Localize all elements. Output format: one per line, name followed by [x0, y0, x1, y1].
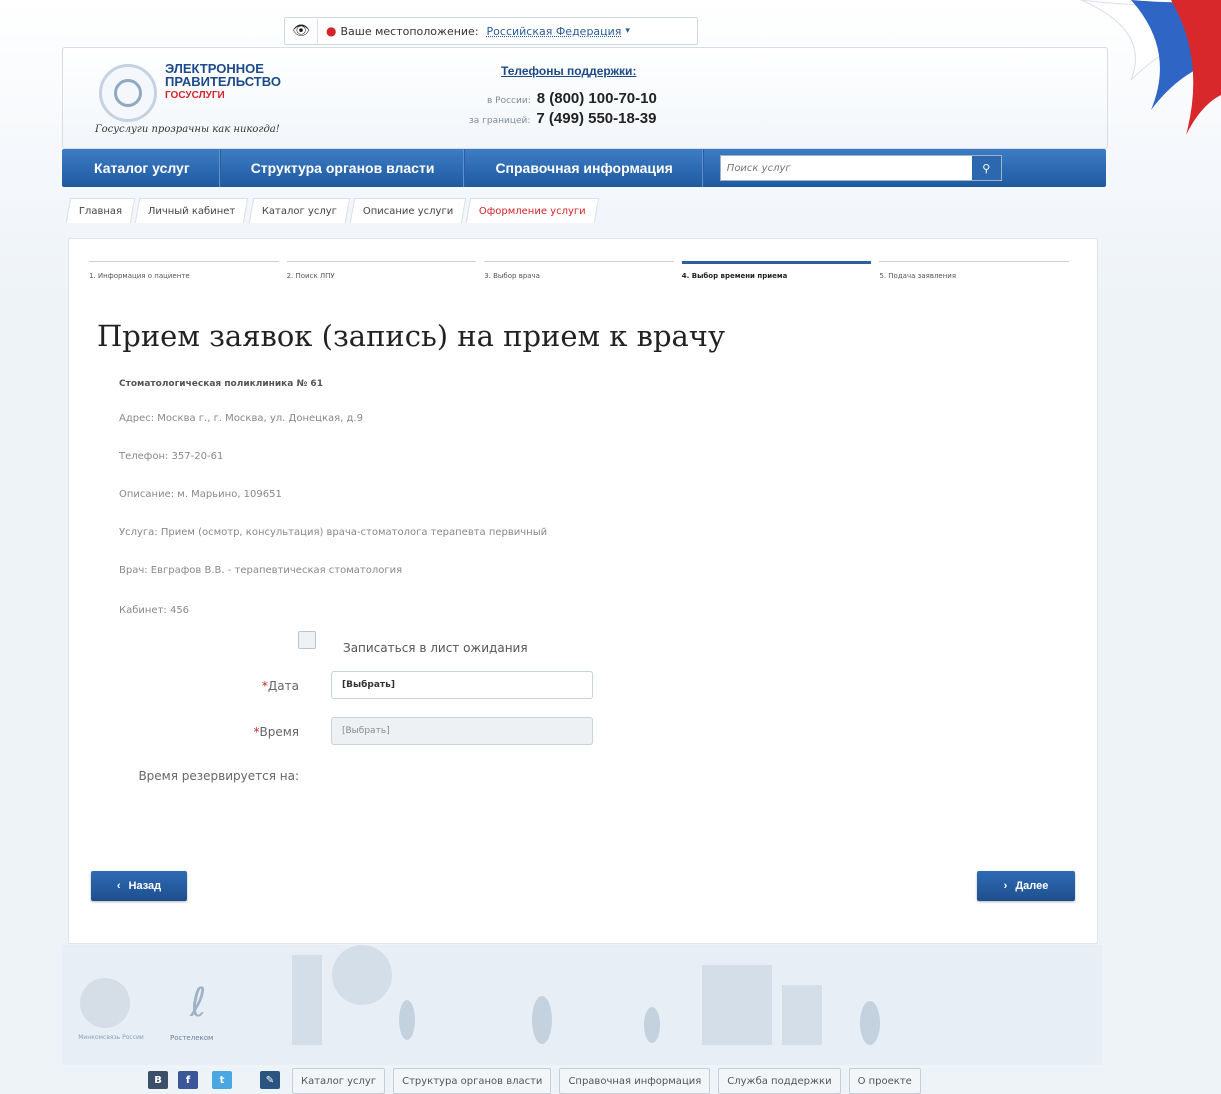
time-select[interactable]: [Выбрать] [331, 717, 593, 745]
date-label: *Дата [199, 679, 299, 693]
logo-line3: ГОСУСЛУГИ [165, 90, 225, 101]
date-select[interactable]: [Выбрать] [331, 671, 593, 699]
clinic-description: Описание: м. Марьино, 109651 [119, 489, 282, 500]
twitter-icon[interactable]: t [212, 1071, 232, 1089]
doctor-name: Врач: Евграфов В.В. - терапевтическая ст… [119, 565, 403, 576]
step-1: 1. Информация о пациенте [89, 261, 279, 285]
waitlist-checkbox[interactable] [298, 631, 316, 649]
step-2: 2. Поиск ЛПУ [286, 261, 477, 285]
support-russia: в России: 8 (800) 100-70-10 [487, 90, 657, 107]
footer-links: Каталог услуг Структура органов власти С… [292, 1068, 921, 1094]
search-icon[interactable]: ⚲ [971, 156, 1001, 180]
support-abroad: за границей: 7 (499) 550-18-39 [469, 110, 657, 127]
breadcrumb-label: Главная [78, 205, 123, 217]
chevron-left-icon: ‹ [116, 880, 121, 892]
odnoklassniki-icon[interactable]: B [148, 1071, 168, 1089]
time-label-text: Время [259, 725, 299, 739]
wizard-steps: 1. Информация о пациенте 2. Поиск ЛПУ 3.… [89, 261, 1077, 285]
support-abroad-phone: 7 (499) 550-18-39 [536, 110, 657, 127]
breadcrumb: Главная Личный кабинет Каталог услуг Опи… [65, 198, 600, 223]
time-label: *Время [199, 725, 299, 739]
site-header: ЭЛЕКТРОННОЕ ПРАВИТЕЛЬСТВО ГОСУСЛУГИ Госу… [62, 47, 1108, 149]
minkomsvyaz-emblem-icon [80, 978, 130, 1028]
search-input[interactable] [720, 161, 972, 175]
breadcrumb-home[interactable]: Главная [65, 198, 136, 223]
chevron-right-icon: › [1003, 880, 1008, 892]
search-box: ⚲ [719, 155, 1002, 181]
clinic-phone: Телефон: 357-20-61 [119, 451, 224, 462]
breadcrumb-catalog[interactable]: Каталог услуг [248, 198, 350, 223]
clinic-address: Адрес: Москва г., г. Москва, ул. Донецка… [119, 413, 363, 424]
breadcrumb-label: Оформление услуги [479, 205, 586, 217]
breadcrumb-current: Оформление услуги [465, 198, 600, 223]
location-selector[interactable]: Российская Федерация [487, 25, 622, 38]
location-label: Ваше местоположение: [340, 24, 479, 38]
support-phones-link[interactable]: Телефоны поддержки: [501, 64, 636, 78]
support-russia-label: в России: [487, 96, 531, 106]
page-title: Прием заявок (запись) на прием к врачу [97, 319, 726, 353]
logo-text[interactable]: ЭЛЕКТРОННОЕ ПРАВИТЕЛЬСТВО [165, 62, 281, 88]
nav-item-structure[interactable]: Структура органов власти [221, 149, 466, 187]
back-button[interactable]: ‹ Назад [91, 871, 187, 901]
service-name: Услуга: Прием (осмотр, консультация) вра… [119, 527, 548, 538]
footer-link-support[interactable]: Служба поддержки [718, 1068, 841, 1094]
location-bar: 👁 ● Ваше местоположение: Российская Феде… [284, 17, 698, 45]
breadcrumb-description[interactable]: Описание услуги [349, 198, 467, 223]
step-4-active: 4. Выбор времени приема [681, 261, 872, 285]
gosuslugi-logo-icon[interactable] [99, 64, 157, 122]
back-button-label: Назад [128, 880, 162, 892]
breadcrumb-cabinet[interactable]: Личный кабинет [134, 198, 249, 223]
step-3: 3. Выбор врача [484, 261, 674, 285]
breadcrumb-label: Личный кабинет [148, 205, 236, 217]
footer-link-catalog[interactable]: Каталог услуг [292, 1068, 386, 1094]
step-5: 5. Подача заявления [879, 261, 1069, 285]
support-russia-phone: 8 (800) 100-70-10 [536, 90, 657, 107]
cabinet-number: Кабинет: 456 [119, 605, 190, 616]
footer-link-info[interactable]: Справочная информация [559, 1068, 711, 1094]
main-nav: Каталог услуг Структура органов власти С… [62, 149, 1106, 187]
nav-item-catalog[interactable]: Каталог услуг [62, 149, 221, 187]
footer-logo2-caption: Ростелеком [170, 1034, 214, 1042]
logo-line2: ПРАВИТЕЛЬСТВО [165, 74, 281, 89]
date-label-text: Дата [267, 679, 299, 693]
nav-item-info[interactable]: Справочная информация [465, 149, 704, 187]
next-button[interactable]: › Далее [977, 871, 1075, 901]
livejournal-icon[interactable]: ✎ [260, 1071, 280, 1089]
chevron-down-icon[interactable]: ▾ [625, 26, 630, 36]
reserve-label: Время резервируется на: [138, 769, 299, 783]
accessibility-eye-icon[interactable]: 👁 [285, 19, 318, 43]
breadcrumb-label: Каталог услуг [261, 205, 337, 217]
support-abroad-label: за границей: [469, 116, 531, 126]
clinic-name: Стоматологическая поликлиника № 61 [119, 379, 323, 389]
slogan: Госуслуги прозрачны как никогда! [95, 124, 280, 135]
main-panel: 1. Информация о пациенте 2. Поиск ЛПУ 3.… [68, 238, 1098, 944]
footer-link-about[interactable]: О проекте [848, 1068, 921, 1094]
rostelecom-logo-icon: ℓ [190, 980, 207, 1026]
footer-illustration [62, 945, 1102, 1065]
breadcrumb-label: Описание услуги [362, 205, 454, 217]
footer-link-structure[interactable]: Структура органов власти [393, 1068, 552, 1094]
location-pin-icon: ● [326, 24, 337, 38]
facebook-icon[interactable]: f [178, 1071, 198, 1089]
waitlist-label: Записаться в лист ожидания [343, 641, 528, 655]
next-button-label: Далее [1015, 880, 1049, 892]
footer-logo1-caption: Минкомсвязь России [78, 1034, 144, 1041]
